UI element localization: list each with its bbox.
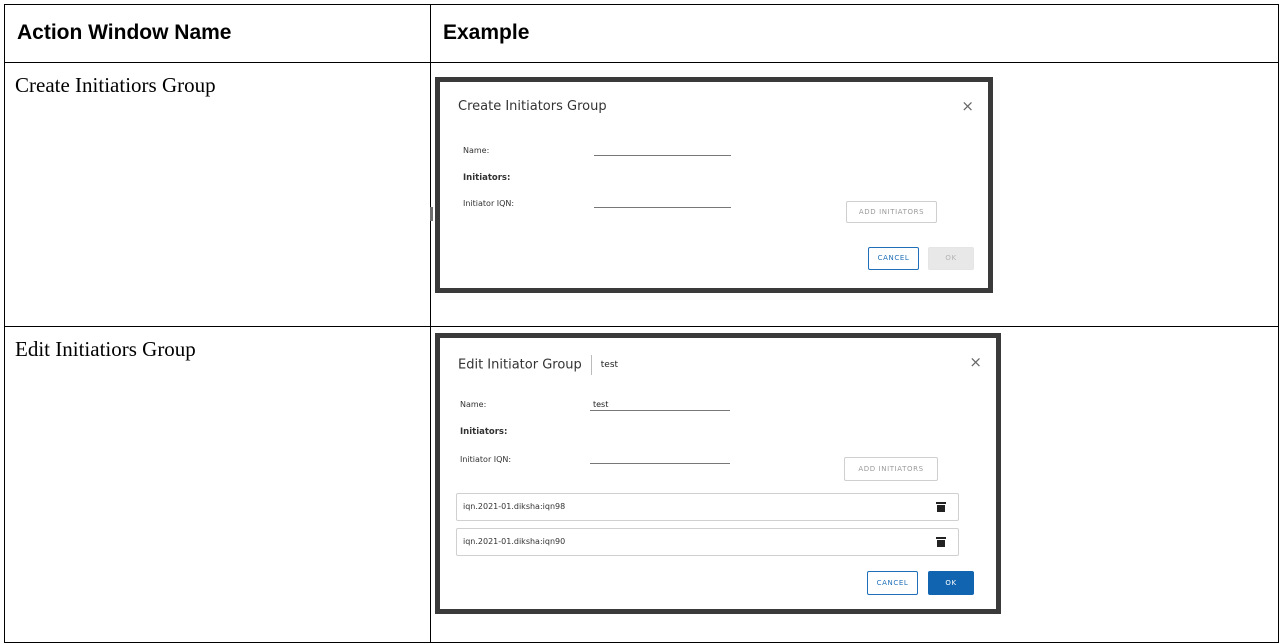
title-separator bbox=[590, 355, 592, 375]
create-initiators-group-dialog: Create Initiators Group × Name: Initiato… bbox=[440, 82, 988, 288]
add-initiators-button[interactable]: ADD INITIATORS bbox=[844, 457, 938, 481]
name-input[interactable] bbox=[590, 399, 730, 411]
name-label: Name: bbox=[460, 400, 487, 409]
iqn-list-item-text: iqn.2021-01.diksha:iqn98 bbox=[463, 502, 566, 511]
close-icon[interactable]: × bbox=[969, 353, 982, 371]
example-cell-edit: Edit Initiator Group test × Name: Initiat… bbox=[430, 326, 1279, 643]
iqn-list-item: iqn.2021-01.diksha:iqn98 bbox=[456, 493, 959, 521]
dialog-title: Create Initiators Group bbox=[458, 99, 607, 114]
trash-icon[interactable] bbox=[936, 537, 946, 547]
edit-initiator-group-dialog: Edit Initiator Group test × Name: Initiat… bbox=[440, 338, 996, 609]
initiators-label: Initiators: bbox=[460, 427, 508, 437]
name-label: Name: bbox=[463, 146, 490, 155]
iqn-list-item: iqn.2021-01.diksha:iqn90 bbox=[456, 528, 959, 556]
example-cell-create: Create Initiators Group × Name: Initiato… bbox=[430, 62, 1279, 327]
initiator-iqn-input[interactable] bbox=[594, 196, 731, 208]
name-input[interactable] bbox=[594, 144, 731, 156]
row-name-edit: Edit Initiatiors Group bbox=[4, 326, 431, 643]
ok-button[interactable]: OK bbox=[928, 247, 974, 270]
action-window-table: Action Window Name Example Create Initia… bbox=[4, 4, 1279, 643]
initiators-label: Initiators: bbox=[463, 173, 511, 183]
create-dialog-screenshot: Create Initiators Group × Name: Initiato… bbox=[430, 77, 993, 293]
add-initiators-button[interactable]: ADD INITIATORS bbox=[846, 201, 937, 223]
initiator-iqn-label: Initiator IQN: bbox=[463, 199, 515, 208]
ok-button[interactable]: OK bbox=[928, 571, 974, 595]
dialog-title-text: Edit Initiator Group bbox=[458, 357, 582, 373]
dialog-title: Edit Initiator Group test bbox=[458, 355, 618, 375]
trash-icon[interactable] bbox=[936, 502, 946, 512]
close-icon[interactable]: × bbox=[961, 97, 974, 115]
header-example: Example bbox=[430, 4, 1279, 63]
edit-dialog-screenshot: Edit Initiator Group test × Name: Initiat… bbox=[435, 333, 1001, 614]
row-name-create: Create Initiatiors Group bbox=[4, 62, 431, 327]
background-strip bbox=[430, 207, 433, 221]
cancel-button[interactable]: CANCEL bbox=[868, 247, 919, 270]
cancel-button[interactable]: CANCEL bbox=[867, 571, 918, 595]
dialog-subtitle: test bbox=[600, 360, 619, 370]
header-action-window-name: Action Window Name bbox=[4, 4, 431, 63]
initiator-iqn-input[interactable] bbox=[590, 452, 730, 464]
initiator-iqn-label: Initiator IQN: bbox=[460, 455, 512, 464]
iqn-list-item-text: iqn.2021-01.diksha:iqn90 bbox=[463, 537, 566, 546]
